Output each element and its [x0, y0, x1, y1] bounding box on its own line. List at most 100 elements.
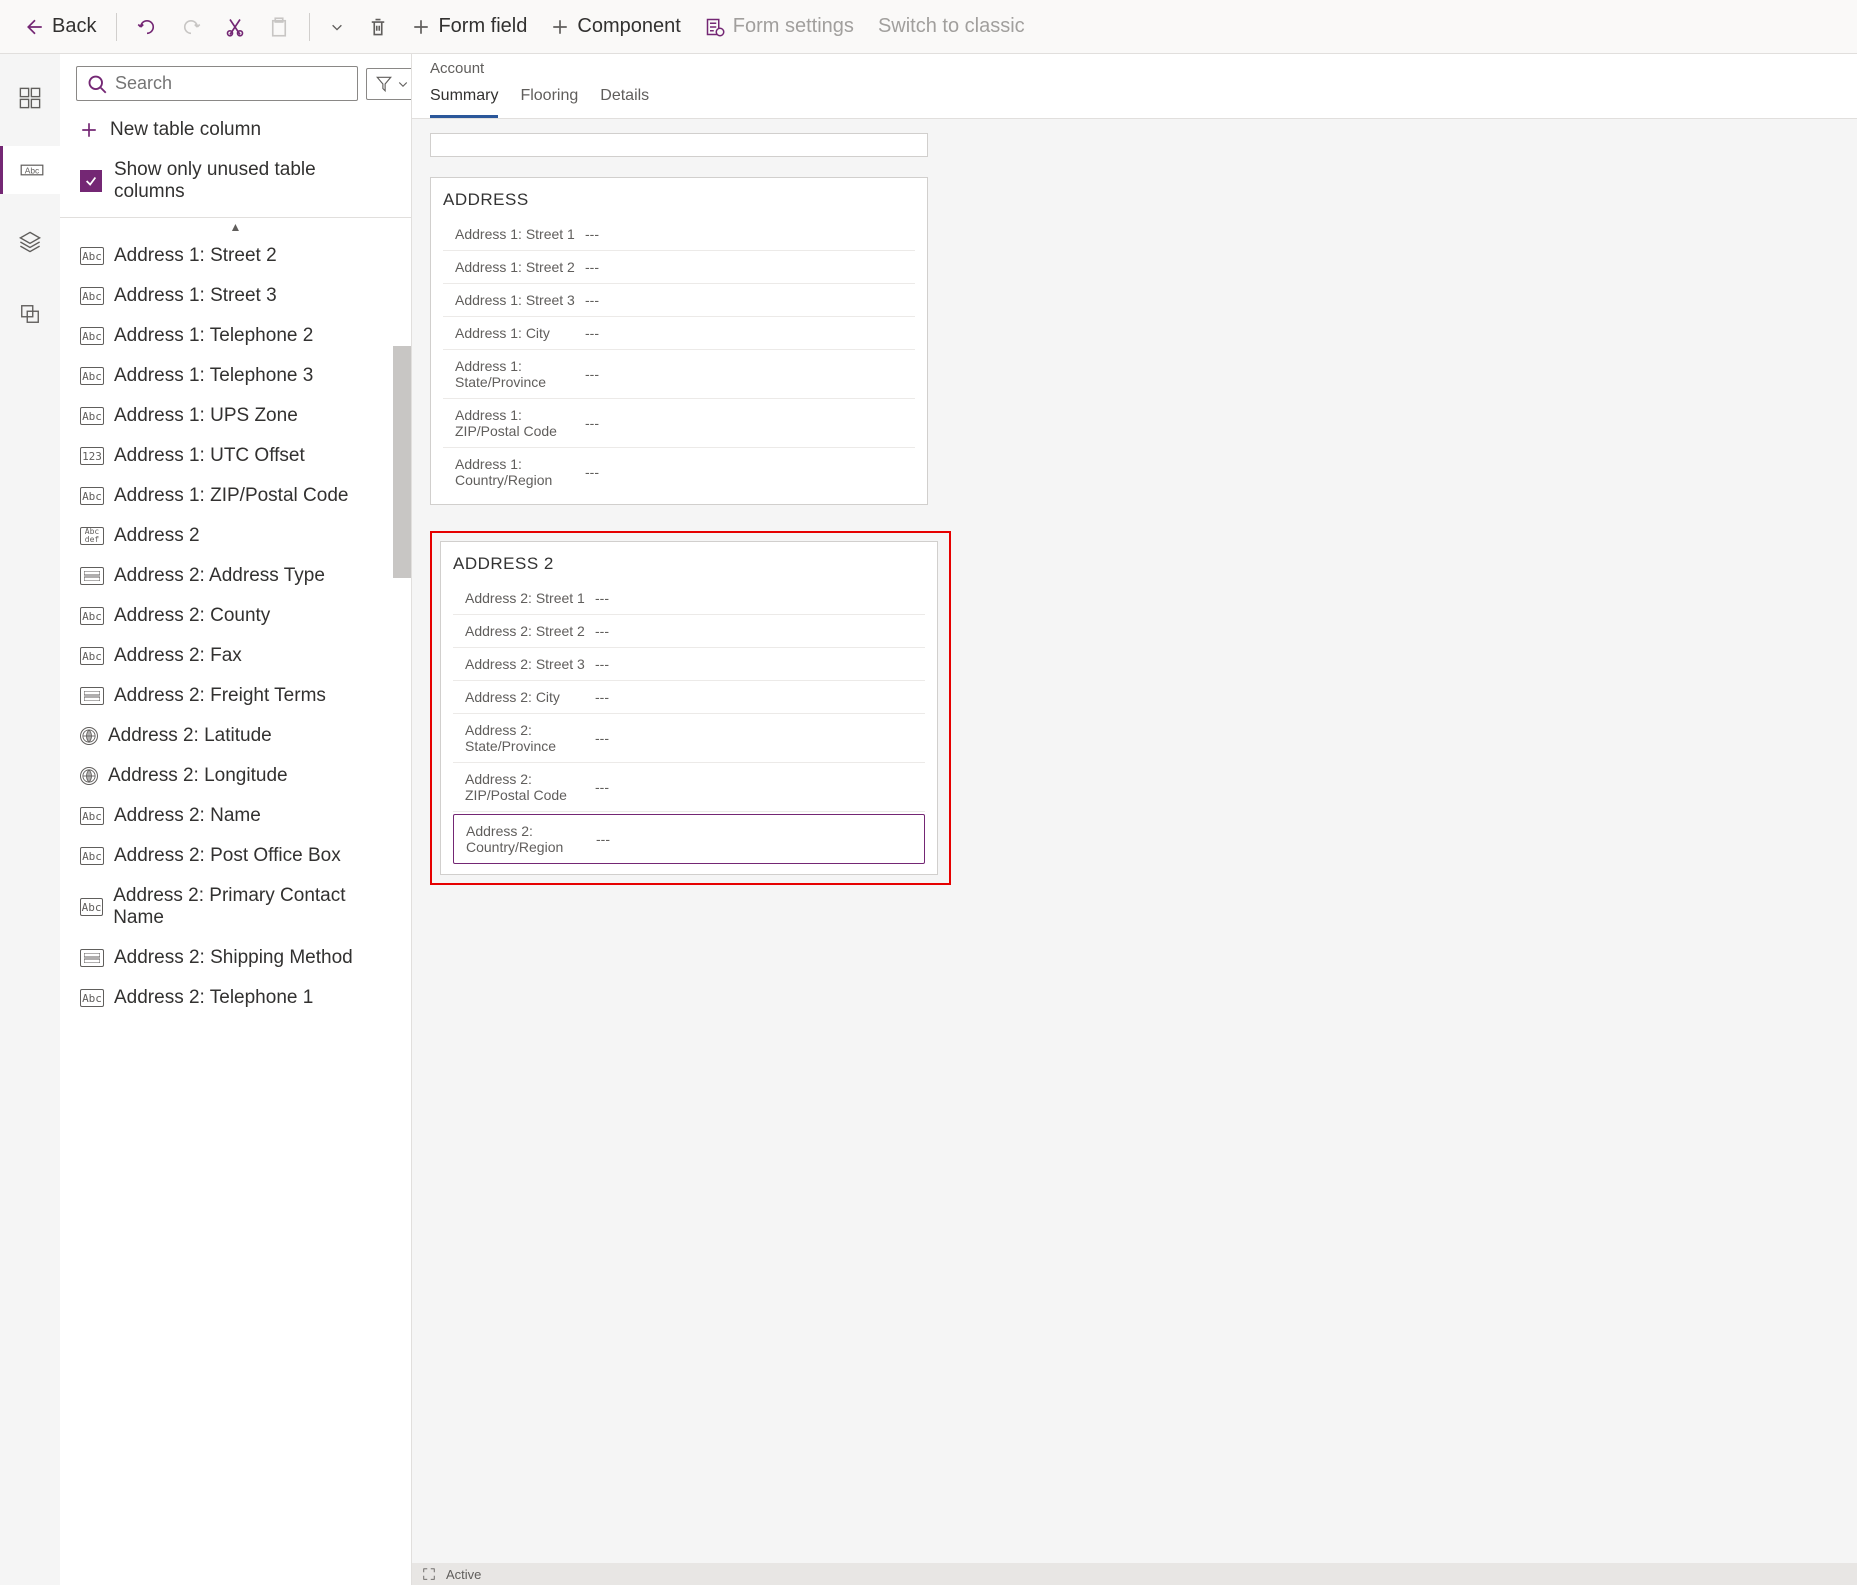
form-section[interactable]: ADDRESS 2Address 2: Street 1---Address 2… — [440, 541, 938, 875]
add-component-button[interactable]: Component — [541, 9, 690, 44]
field-label: Address 2: Country/Region — [466, 823, 596, 855]
cut-button[interactable] — [215, 11, 255, 43]
toolbar-dropdown[interactable] — [320, 14, 354, 40]
field-label: Address 1: State/Province — [455, 358, 585, 390]
field-value: --- — [585, 226, 599, 242]
form-field-row[interactable]: Address 2: Country/Region--- — [453, 814, 925, 864]
column-item[interactable]: 123Address 1: UTC Offset — [60, 436, 411, 476]
show-unused-label: Show only unused table columns — [114, 159, 391, 203]
form-field-row[interactable]: Address 1: City--- — [443, 317, 915, 350]
plus-icon — [412, 18, 430, 36]
rail-columns[interactable]: Abc — [0, 146, 60, 194]
column-item[interactable]: AbcAddress 2: Primary Contact Name — [60, 876, 411, 938]
column-label: Address 1: ZIP/Postal Code — [114, 485, 348, 507]
divider — [309, 13, 310, 41]
form-field-row[interactable]: Address 2: Street 1--- — [453, 582, 925, 615]
rail-data[interactable] — [0, 290, 60, 338]
column-item[interactable]: AbcAddress 2: Name — [60, 796, 411, 836]
column-item[interactable]: AbcAddress 1: Telephone 2 — [60, 316, 411, 356]
switch-classic-button[interactable]: Switch to classic — [868, 9, 1035, 44]
scrollbar-thumb[interactable] — [393, 346, 411, 578]
rail-tree[interactable] — [0, 218, 60, 266]
component-label: Component — [577, 15, 680, 38]
plus-icon — [80, 121, 98, 139]
chevron-down-icon — [330, 20, 344, 34]
tab-details[interactable]: Details — [600, 81, 649, 118]
delete-icon — [368, 17, 388, 37]
column-item[interactable]: AbcAddress 1: Street 2 — [60, 236, 411, 276]
column-item[interactable]: AbcAddress 1: Street 3 — [60, 276, 411, 316]
field-label: Address 1: Street 1 — [455, 226, 585, 242]
form-field-row[interactable]: Address 2: City--- — [453, 681, 925, 714]
field-value: --- — [595, 623, 609, 639]
undo-icon — [137, 17, 157, 37]
back-button[interactable]: Back — [16, 9, 106, 44]
column-item[interactable]: Address 2: Address Type — [60, 556, 411, 596]
paste-button[interactable] — [259, 11, 299, 43]
form-field-row[interactable]: Address 1: Street 3--- — [443, 284, 915, 317]
column-item[interactable]: AbcAddress 1: UPS Zone — [60, 396, 411, 436]
column-item[interactable]: Address 2: Longitude — [60, 756, 411, 796]
redo-button[interactable] — [171, 11, 211, 43]
column-item[interactable]: Abc Address 2: Fax — [60, 636, 411, 676]
rail-components[interactable] — [0, 74, 60, 122]
expand-icon[interactable] — [422, 1567, 436, 1581]
text-icon: Abc — [80, 367, 104, 385]
delete-button[interactable] — [358, 11, 398, 43]
status-state: Active — [446, 1567, 481, 1582]
scroll-up-arrow[interactable]: ▲ — [60, 218, 411, 236]
column-label: Address 2: Fax — [114, 645, 242, 667]
cut-icon — [225, 17, 245, 37]
form-canvas: Account Summary Flooring Details ADDRESS… — [412, 54, 1857, 1585]
preceding-section[interactable] — [430, 133, 928, 157]
column-item[interactable]: AbcdefAddress 2 — [60, 516, 411, 556]
text-icon: Abc — [80, 847, 104, 865]
form-field-row[interactable]: Address 2: Street 2--- — [453, 615, 925, 648]
text-icon: 123 — [80, 447, 104, 465]
optionset-icon — [80, 949, 104, 967]
column-label: Address 2: Post Office Box — [114, 845, 341, 867]
text-icon: Abc — [80, 407, 104, 425]
field-label: Address 1: ZIP/Postal Code — [455, 407, 585, 439]
form-field-row[interactable]: Address 1: Street 1--- — [443, 218, 915, 251]
form-field-row[interactable]: Address 1: State/Province--- — [443, 350, 915, 399]
column-label: Address 2: Shipping Method — [114, 947, 353, 969]
tab-flooring[interactable]: Flooring — [520, 81, 578, 118]
form-field-row[interactable]: Address 1: Country/Region--- — [443, 448, 915, 496]
canvas-scroll[interactable]: ADDRESSAddress 1: Street 1---Address 1: … — [412, 119, 1857, 1563]
undo-button[interactable] — [127, 11, 167, 43]
section-title: ADDRESS 2 — [453, 554, 925, 574]
column-item[interactable]: Address 2: Shipping Method — [60, 938, 411, 978]
column-item[interactable]: Address 2: Freight Terms — [60, 676, 411, 716]
form-field-row[interactable]: Address 1: ZIP/Postal Code--- — [443, 399, 915, 448]
column-item[interactable]: Abc Address 2: Post Office Box — [60, 836, 411, 876]
search-box[interactable] — [76, 66, 358, 101]
show-unused-toggle[interactable]: Show only unused table columns — [60, 151, 411, 218]
form-settings-button[interactable]: Form settings — [695, 9, 864, 44]
add-form-field-button[interactable]: Form field — [402, 9, 537, 44]
column-label: Address 2: County — [114, 605, 270, 627]
column-item[interactable]: AbcAddress 1: ZIP/Postal Code — [60, 476, 411, 516]
text-icon: Abc — [80, 647, 104, 665]
search-input[interactable] — [115, 73, 347, 94]
field-value: --- — [595, 590, 609, 606]
checkbox-checked-icon — [80, 170, 102, 192]
form-field-row[interactable]: Address 2: State/Province--- — [453, 714, 925, 763]
column-item[interactable]: AbcAddress 1: Telephone 3 — [60, 356, 411, 396]
section-title: ADDRESS — [443, 190, 915, 210]
column-item[interactable]: Address 2: Latitude — [60, 716, 411, 756]
column-list[interactable]: ▲ AbcAddress 1: Street 2AbcAddress 1: St… — [60, 218, 411, 1585]
tab-summary[interactable]: Summary — [430, 81, 498, 118]
optionset-icon — [80, 687, 104, 705]
form-field-row[interactable]: Address 2: ZIP/Postal Code--- — [453, 763, 925, 812]
form-settings-icon — [705, 17, 725, 37]
filter-button[interactable] — [366, 68, 412, 100]
toolbar: Back Form field Component — [0, 0, 1857, 54]
form-field-row[interactable]: Address 2: Street 3--- — [453, 648, 925, 681]
form-section[interactable]: ADDRESSAddress 1: Street 1---Address 1: … — [430, 177, 928, 505]
field-value: --- — [595, 689, 609, 705]
new-table-column[interactable]: New table column — [60, 109, 411, 151]
column-item[interactable]: AbcAddress 2: County — [60, 596, 411, 636]
form-field-row[interactable]: Address 1: Street 2--- — [443, 251, 915, 284]
column-item[interactable]: AbcAddress 2: Telephone 1 — [60, 978, 411, 1018]
